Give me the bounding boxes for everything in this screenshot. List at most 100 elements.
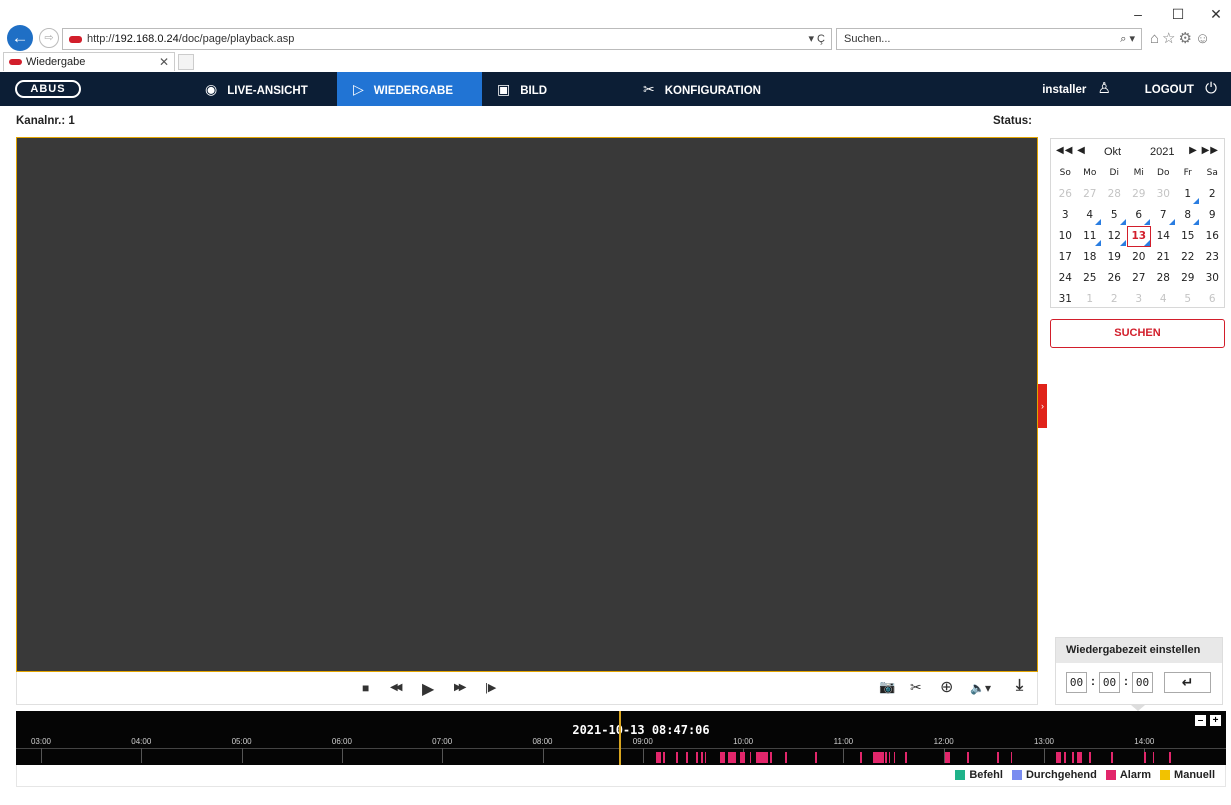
enter-icon[interactable]: ↵ [1164,672,1211,693]
scissors-icon[interactable]: ✂ [910,679,922,696]
calendar-day[interactable]: 3 [1127,289,1152,310]
tab-close-icon[interactable]: ✕ [159,55,169,69]
calendar-day[interactable]: 20 [1127,247,1152,268]
calendar-day[interactable]: 10 [1053,226,1078,247]
calendar-day[interactable]: 6 [1127,205,1152,226]
calendar-day[interactable]: 29 [1176,268,1201,289]
rewind-icon[interactable]: ◀◀ [390,682,403,693]
fast-forward-icon[interactable]: ▶▶ [454,682,467,693]
browser-search-input[interactable]: Suchen... ⌕ ▾ [836,28,1142,50]
calendar-day[interactable]: 2 [1102,289,1127,310]
recording-segment[interactable] [662,752,665,763]
calendar-year[interactable]: 2021 [1150,146,1174,158]
calendar-day[interactable]: 27 [1127,268,1152,289]
calendar-day[interactable]: 28 [1102,184,1127,205]
calendar-day[interactable]: 13 [1126,226,1151,247]
prev-month-icon[interactable]: ◀◀ ◀ [1056,145,1086,156]
recording-segment[interactable] [1010,752,1013,763]
new-tab-button[interactable] [178,54,194,70]
recording-segment[interactable] [756,752,769,763]
recording-segment[interactable] [749,752,752,763]
recording-segment[interactable] [701,752,703,763]
calendar-day[interactable]: 22 [1176,247,1201,268]
recording-segment[interactable] [728,752,737,763]
calendar-day[interactable]: 29 [1127,184,1152,205]
recording-segment[interactable] [1077,752,1083,763]
timeline-zoom-out-icon[interactable]: – [1195,715,1206,726]
calendar-day[interactable]: 1 [1176,184,1201,205]
timeline-cursor[interactable] [619,711,621,765]
recording-segment[interactable] [784,752,787,763]
camera-icon[interactable]: 📷 [879,679,895,695]
hours-field[interactable]: 00 [1066,672,1087,693]
calendar-day[interactable]: 11 [1078,226,1103,247]
download-icon[interactable]: ⤓ [1016,677,1023,695]
timeline[interactable]: 03:00 04:00 05:00 06:00 07:00 08:00 09:00 10:00… [16,711,1226,765]
video-player[interactable] [16,137,1038,672]
recording-segment[interactable] [888,752,891,763]
nav-live-view[interactable]: ◉ LIVE-ANSICHT [205,72,308,106]
calendar-day[interactable]: 3 [1053,205,1078,226]
calendar-day[interactable]: 16 [1200,226,1225,247]
user-menu[interactable]: installer ♙ [1042,72,1111,106]
calendar-day[interactable]: 7 [1151,205,1176,226]
recording-segment[interactable] [1169,752,1172,763]
calendar-day[interactable]: 30 [1200,268,1225,289]
recording-segment[interactable] [873,752,884,763]
nav-image[interactable]: ▣ BILD [497,72,547,106]
calendar-day[interactable]: 25 [1078,268,1103,289]
expand-panel-toggle[interactable]: › [1038,384,1047,428]
calendar-day[interactable]: 23 [1200,247,1225,268]
recording-segment[interactable] [1152,752,1155,763]
step-forward-icon[interactable]: |▶ [485,681,496,694]
calendar-day[interactable]: 4 [1078,205,1103,226]
calendar-day[interactable]: 24 [1053,268,1078,289]
browser-tab[interactable]: Wiedergabe ✕ [3,52,175,71]
recording-segment[interactable] [967,752,969,763]
recording-segment[interactable] [1072,752,1075,763]
recording-segment[interactable] [769,752,772,763]
recording-segment[interactable] [1055,752,1061,763]
recording-segment[interactable] [656,752,662,763]
timeline-zoom-in-icon[interactable]: + [1210,715,1221,726]
calendar-day[interactable]: 26 [1053,184,1078,205]
address-bar[interactable]: http://192.168.0.24/doc/page/playback.as… [62,28,832,50]
calendar-day[interactable]: 26 [1102,268,1127,289]
calendar-day[interactable]: 9 [1200,205,1225,226]
nav-configuration[interactable]: ✂ KONFIGURATION [643,72,761,106]
calendar-day[interactable]: 31 [1053,289,1078,310]
calendar-day[interactable]: 8 [1176,205,1201,226]
seconds-field[interactable]: 00 [1132,672,1153,693]
recording-segment[interactable] [719,752,725,763]
calendar-day[interactable]: 18 [1078,247,1103,268]
logout-button[interactable]: LOGOUT ⏻ [1145,72,1217,106]
calendar-day[interactable]: 12 [1102,226,1127,247]
recording-segment[interactable] [893,752,896,763]
recording-segment[interactable] [1110,752,1113,763]
recording-segment[interactable] [945,752,951,763]
back-button[interactable]: ← [7,25,33,51]
play-icon[interactable]: ▶ [422,679,434,699]
recording-segment[interactable] [676,752,678,763]
recording-segment[interactable] [704,752,707,763]
calendar-day[interactable]: 4 [1151,289,1176,310]
recording-segment[interactable] [696,752,698,763]
recording-segment[interactable] [885,752,887,763]
minutes-field[interactable]: 00 [1099,672,1120,693]
calendar-day[interactable]: 15 [1176,226,1201,247]
recording-segment[interactable] [814,752,817,763]
calendar-day[interactable]: 27 [1078,184,1103,205]
refresh-icon[interactable]: ▾ Ç [808,32,825,45]
calendar-day[interactable]: 30 [1151,184,1176,205]
minimize-icon[interactable]: – [1128,6,1148,22]
maximize-icon[interactable]: ☐ [1168,6,1188,23]
calendar-month[interactable]: Okt [1104,146,1121,158]
audio-icon[interactable]: 🔈▾ [970,681,991,695]
calendar-day[interactable]: 2 [1200,184,1225,205]
search-button[interactable]: SUCHEN [1050,319,1225,348]
browser-toolbar-icons[interactable]: ⌂☆⚙☺ [1150,29,1213,47]
nav-playback[interactable]: ▷ WIEDERGABE [337,72,482,106]
forward-button[interactable]: ⇨ [39,28,59,48]
close-window-icon[interactable]: ✕ [1206,6,1226,23]
recording-segment[interactable] [1064,752,1066,763]
